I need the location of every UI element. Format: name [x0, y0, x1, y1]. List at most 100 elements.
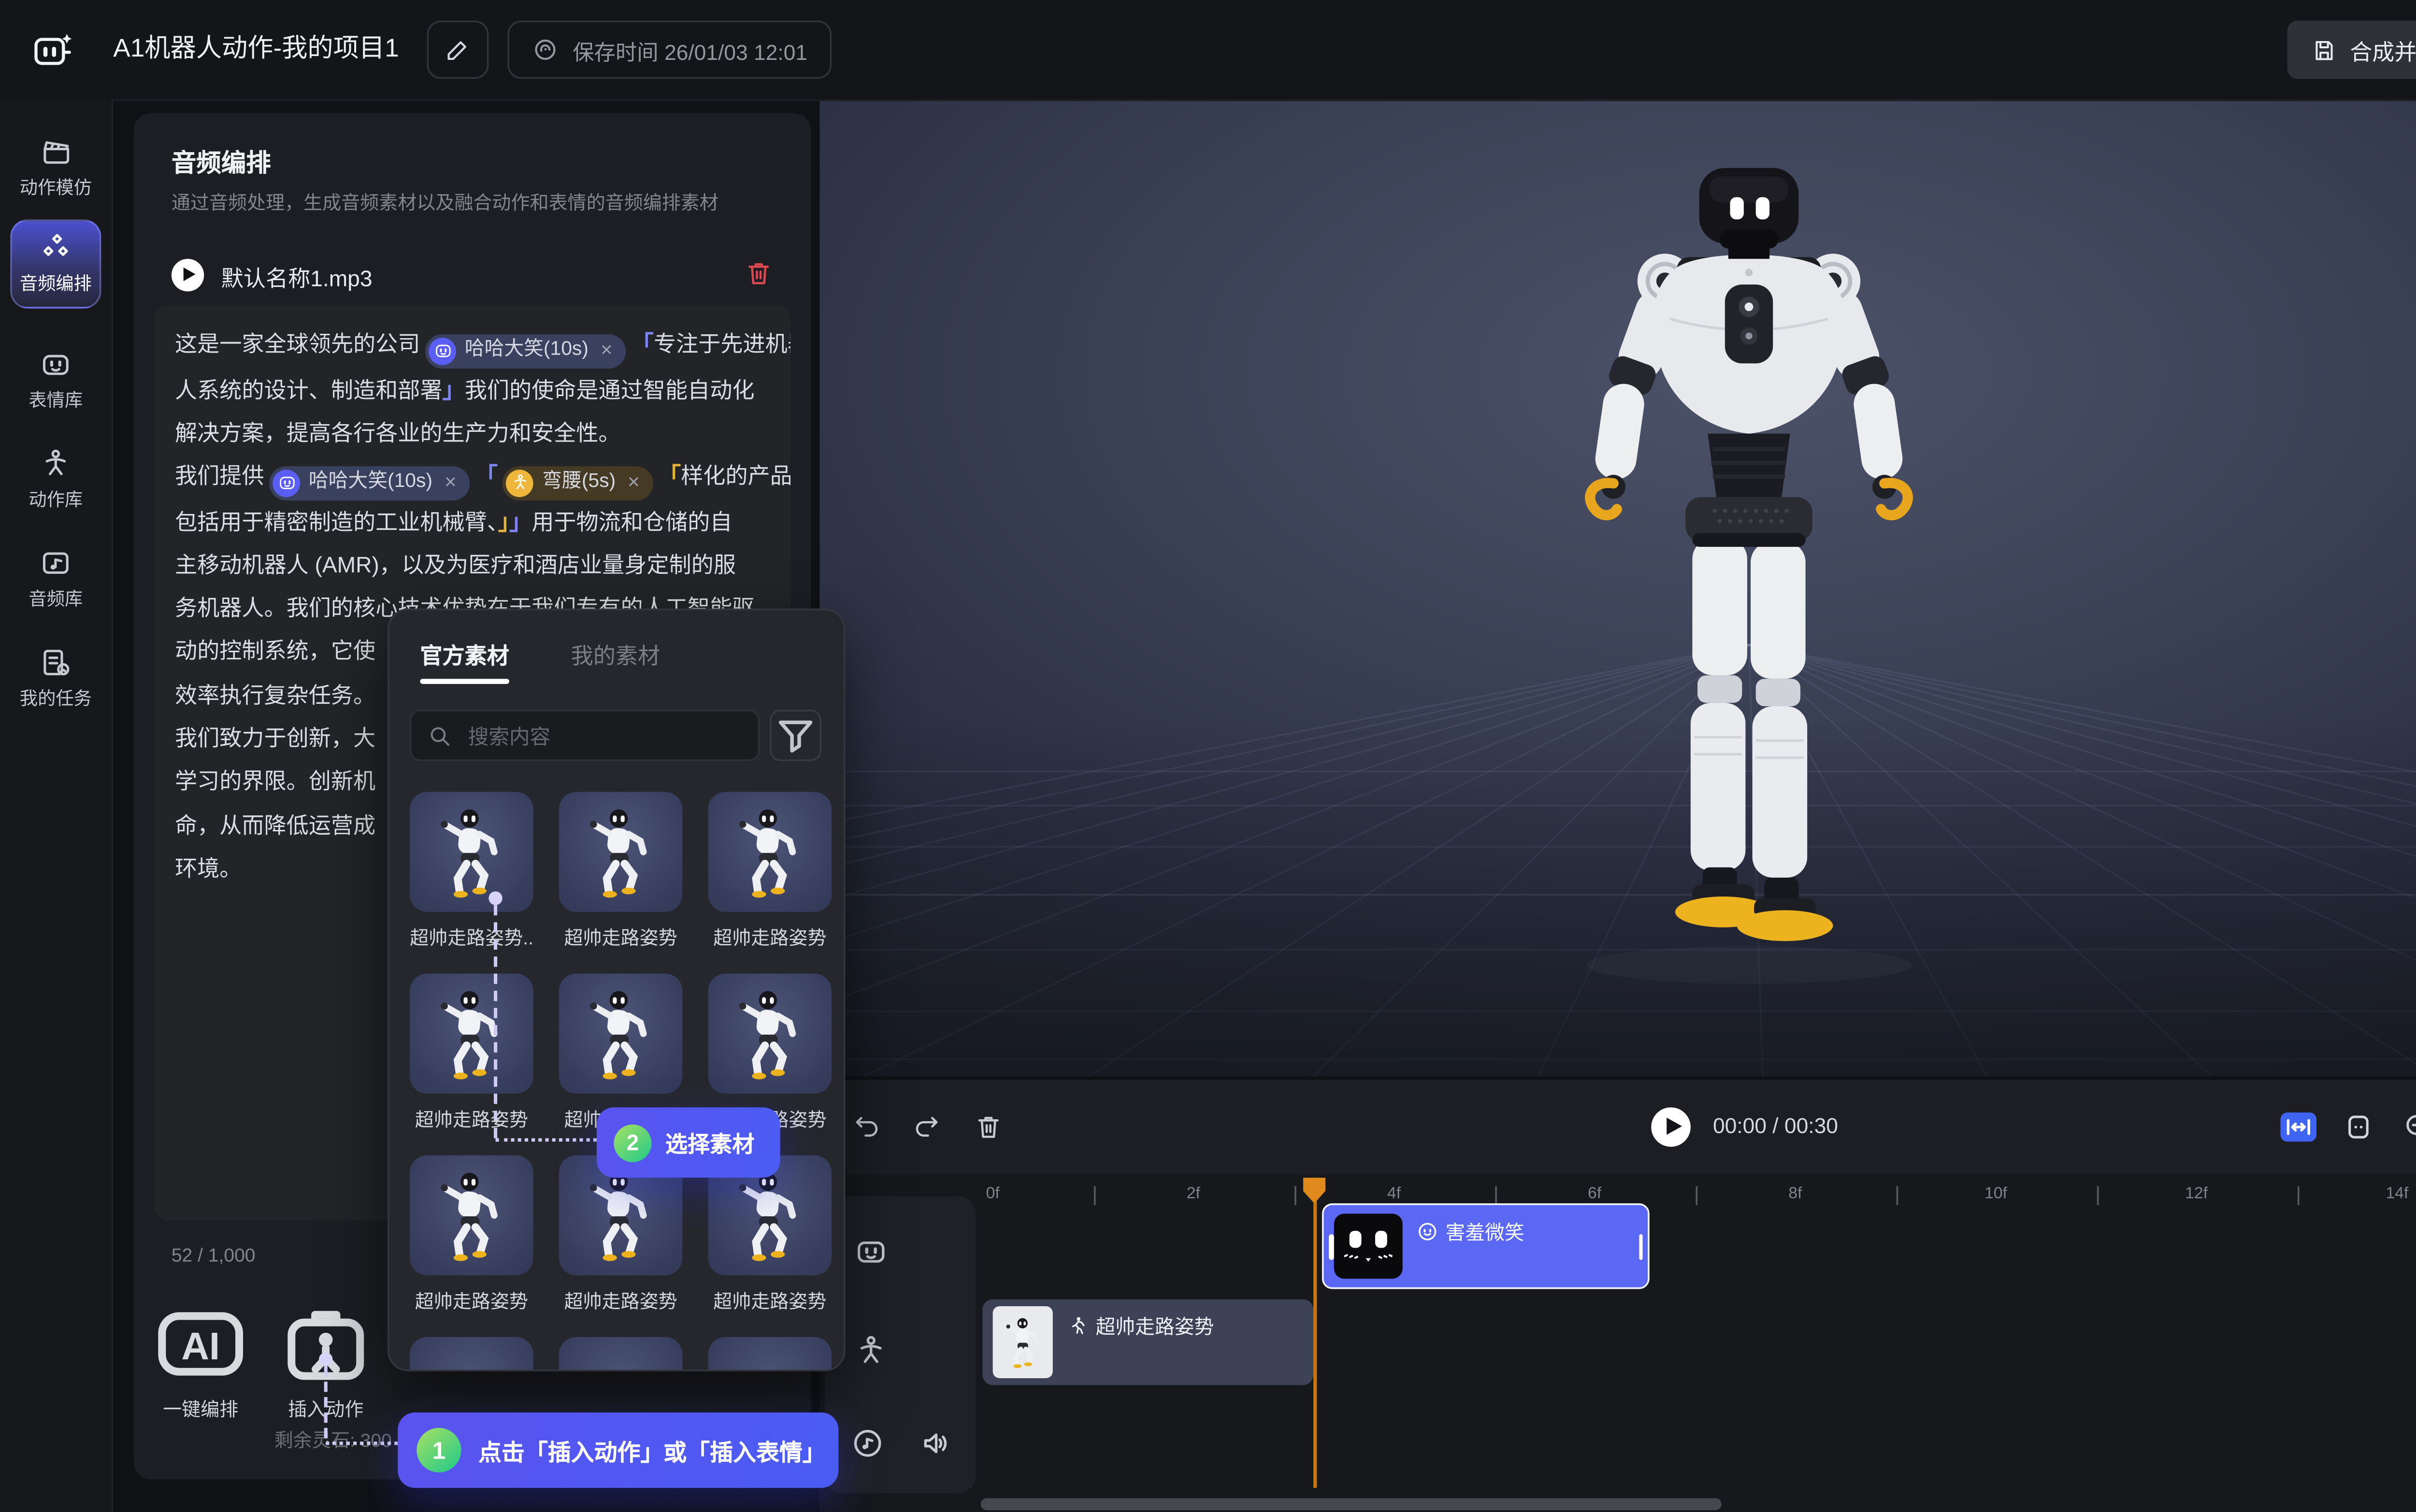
3d-viewport[interactable]: Z Y X [820, 100, 2416, 1077]
tutorial-step-2: 2 选择素材 [597, 1107, 780, 1177]
expression-tag[interactable]: 哈哈大笑(10s)× [425, 333, 626, 368]
person-icon [40, 447, 72, 480]
playhead[interactable] [1313, 1178, 1317, 1488]
ruler-tick [1294, 1186, 1295, 1205]
clip-resize-button[interactable] [2342, 1111, 2374, 1143]
char-counter: 52 / 1,000 [172, 1246, 256, 1267]
asset-thumbnail [559, 792, 682, 912]
ruler-label: 2f [1173, 1184, 1214, 1203]
save-time-badge: 保存时间 26/01/03 12:01 [507, 21, 831, 79]
editor-text: 命，从而降低运营成 [175, 812, 375, 838]
top-bar: A1机器人动作-我的项目1 保存时间 26/01/03 12:01 合成并保存 … [0, 0, 2416, 101]
audio-file-name: 默认名称1.mp3 [221, 260, 373, 293]
action-thumbnail [993, 1306, 1053, 1378]
panel-title: 音频编排 [172, 144, 271, 180]
sidebar-item-expression-lib[interactable]: 表情库 [10, 336, 101, 426]
synthesize-save-button[interactable]: 合成并保存 [2287, 21, 2416, 79]
remove-tag-icon[interactable]: × [601, 329, 613, 372]
asset-item[interactable]: 超帅走路姿势... [410, 792, 533, 951]
project-title: A1机器人动作-我的项目1 [113, 0, 399, 100]
editor-text: 人系统的设计、制造和部署 [175, 376, 443, 402]
sidebar-item-action-lib[interactable]: 动作库 [10, 435, 101, 525]
asset-label: 超帅走路姿势 [708, 924, 832, 952]
playhead-handle[interactable] [1303, 1178, 1325, 1203]
svg-text:AI: AI [181, 1325, 220, 1368]
asset-item[interactable]: 超帅走路姿势 [708, 792, 832, 951]
fit-timeline-button[interactable] [2281, 1113, 2317, 1141]
asset-item[interactable] [410, 1337, 533, 1371]
pencil-icon [444, 36, 472, 64]
connector-dot [319, 1353, 332, 1366]
ruler-tick [2096, 1186, 2098, 1205]
sidebar-label: 音频库 [29, 586, 83, 612]
search-input[interactable] [465, 712, 746, 763]
editor-text: 专注于先进机器 [654, 331, 791, 357]
asset-thumbnail [708, 974, 832, 1094]
segment-bracket: 」 [443, 376, 465, 402]
action-tag[interactable]: 弯腰(5s)× [503, 466, 654, 500]
audio-track-icon[interactable] [850, 1426, 885, 1460]
zoom-out-icon[interactable] [2402, 1111, 2416, 1143]
editor-text: 主移动机器人 (AMR)，以及为医疗和酒店业量身定制的服 [175, 552, 736, 577]
segment-bracket: 「 [632, 331, 654, 357]
ai-icon: AI [149, 1293, 252, 1396]
connector-line [324, 1366, 328, 1438]
one-click-arrange-button[interactable]: AI 一键编排 [149, 1293, 252, 1423]
expression-track-icon[interactable] [854, 1234, 888, 1269]
horizontal-scrollbar[interactable] [981, 1498, 1722, 1510]
clip-left-handle[interactable] [1329, 1234, 1333, 1260]
editor-text: 包括用于精密制造的工业机械臂、 [175, 508, 498, 534]
audio-play-button[interactable] [172, 259, 204, 291]
person-icon [506, 469, 534, 497]
asset-search-box[interactable] [410, 710, 760, 761]
expression-thumbnail [1334, 1213, 1403, 1279]
sidebar-item-motion-mimic[interactable]: 动作模仿 [10, 123, 101, 213]
asset-thumbnail [559, 974, 682, 1094]
robot-face-icon [273, 469, 300, 497]
segment-bracket: 「 [659, 463, 681, 488]
sidebar-item-audio-arrange[interactable]: 音频编排 [10, 219, 101, 309]
undo-button[interactable] [852, 1113, 881, 1141]
asset-picker-popup: 官方素材 我的素材 超帅走路姿势...超帅走路姿势超帅走路姿势超帅走路姿势超帅走… [388, 609, 845, 1371]
asset-item[interactable]: 超帅走路姿势 [410, 974, 533, 1133]
editor-text: 动的控制系统，它使 [175, 639, 375, 664]
delete-clip-button[interactable] [974, 1113, 1003, 1141]
sidebar-label: 动作模仿 [20, 175, 92, 200]
volume-icon[interactable] [919, 1426, 953, 1460]
rename-project-button[interactable] [427, 21, 489, 79]
segment-bracket: 」 [509, 508, 532, 534]
tab-official-assets[interactable]: 官方素材 [420, 638, 509, 670]
action-clip[interactable]: 超帅走路姿势 [982, 1299, 1313, 1385]
asset-label: 超帅走路姿势 [559, 1287, 682, 1315]
redo-button[interactable] [912, 1113, 941, 1141]
play-button[interactable] [1651, 1107, 1691, 1147]
expression-clip[interactable]: 害羞微笑 [1322, 1203, 1650, 1289]
action-track-icon[interactable] [854, 1334, 888, 1368]
asset-thumbnail [559, 1337, 682, 1371]
sidebar-label: 我的任务 [20, 685, 92, 711]
connector-line [496, 1138, 597, 1141]
tag-label: 弯腰(5s) [542, 461, 616, 504]
sidebar-item-audio-lib[interactable]: 音频库 [10, 535, 101, 624]
sidebar-label: 动作库 [29, 487, 83, 513]
asset-item[interactable] [708, 1337, 832, 1371]
remove-tag-icon[interactable]: × [445, 461, 457, 504]
sidebar-item-my-tasks[interactable]: 我的任务 [10, 634, 101, 724]
audio-file-row: 默认名称1.mp3 [172, 254, 774, 298]
asset-item[interactable]: 超帅走路姿势 [559, 1155, 682, 1315]
delete-audio-icon[interactable] [744, 259, 773, 288]
robot-face-icon [429, 337, 456, 364]
one-click-arrange-label: 一键编排 [149, 1395, 252, 1423]
asset-item[interactable]: 超帅走路姿势 [708, 1155, 832, 1315]
asset-item[interactable]: 超帅走路姿势 [410, 1155, 533, 1315]
remove-tag-icon[interactable]: × [628, 461, 640, 504]
asset-thumbnail [708, 792, 832, 912]
filter-button[interactable] [770, 710, 821, 761]
ruler-tick [1495, 1186, 1496, 1205]
tab-my-assets[interactable]: 我的素材 [571, 638, 661, 670]
expression-tag[interactable]: 哈哈大笑(10s)× [269, 466, 470, 500]
smile-face-icon [1416, 1221, 1438, 1243]
clip-right-handle[interactable] [1639, 1234, 1643, 1260]
asset-item[interactable]: 超帅走路姿势 [559, 792, 682, 951]
asset-item[interactable] [559, 1337, 682, 1371]
